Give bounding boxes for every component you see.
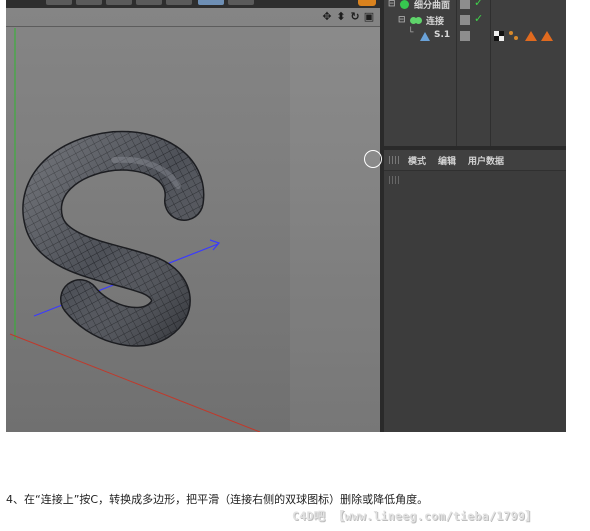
menu-user-data[interactable]: 用户数据 (468, 154, 504, 167)
tree-collapse-icon[interactable]: ⊟ (398, 15, 406, 25)
grip-handle-icon[interactable] (389, 156, 399, 164)
watermark: C4D吧 【www.lineeg.com/tieba/1799】 (292, 509, 537, 523)
connect-icon (410, 17, 422, 24)
tree-branch-line: └ (408, 28, 414, 38)
tutorial-caption: 4、在“连接上”按C，转换成多边形，把平滑（连接右侧的双球图标）删除或降低角度。 (6, 493, 429, 506)
3d-viewport[interactable]: ✥ ⬍ ↻ ▣ (6, 8, 380, 432)
texture-tag-icon[interactable] (509, 31, 519, 41)
toolbar-orange-button[interactable] (358, 0, 376, 6)
attribute-menu-bar: 模式 编辑 用户数据 (384, 150, 566, 171)
attribute-manager: 模式 编辑 用户数据 (384, 150, 566, 432)
layer-tag-icon[interactable] (460, 15, 470, 25)
grip-handle-icon[interactable] (389, 176, 399, 184)
toolbar-button[interactable] (166, 0, 192, 5)
x-axis-line (9, 333, 261, 432)
enabled-check-icon[interactable]: ✓ (474, 0, 483, 9)
polygon-object-icon (420, 32, 430, 41)
material-tag-icon[interactable] (525, 31, 537, 41)
toolbar-button[interactable] (106, 0, 132, 5)
toolbar-button[interactable] (228, 0, 254, 5)
toolbar-button[interactable] (136, 0, 162, 5)
object-row-subdivision[interactable]: ⊟ 细分曲面 ✓ (384, 0, 566, 12)
object-name[interactable]: 细分曲面 (414, 0, 450, 11)
object-name[interactable]: S.1 (434, 30, 450, 40)
subdivision-surface-icon (400, 0, 409, 9)
s-mesh-object[interactable] (22, 130, 205, 347)
object-row-connect[interactable]: ⊟ 连接 ✓ (384, 12, 566, 28)
c4d-screenshot: ✥ ⬍ ↻ ▣ ⊟ 细分曲面 ✓ ⊟ 连接 ✓ └ S.1 模式 编辑 用户数据 (6, 0, 566, 432)
toolbar-button[interactable] (46, 0, 72, 5)
layer-tag-icon[interactable] (460, 0, 470, 9)
mouse-cursor-ring (364, 150, 382, 168)
menu-edit[interactable]: 编辑 (438, 154, 456, 167)
menu-mode[interactable]: 模式 (408, 154, 426, 167)
object-manager: ⊟ 细分曲面 ✓ ⊟ 连接 ✓ └ S.1 (384, 0, 566, 146)
object-name[interactable]: 连接 (426, 14, 444, 27)
phong-tag-icon[interactable] (494, 31, 504, 41)
top-toolbar (6, 0, 380, 8)
enabled-check-icon[interactable]: ✓ (474, 12, 483, 25)
material-tag-icon[interactable] (541, 31, 553, 41)
toolbar-button-active[interactable] (198, 0, 224, 5)
toolbar-button[interactable] (76, 0, 102, 5)
viewport-scene (9, 28, 261, 432)
object-row-s1[interactable]: └ S.1 (384, 28, 566, 44)
tree-collapse-icon[interactable]: ⊟ (388, 0, 396, 9)
layer-tag-icon[interactable] (460, 31, 470, 41)
